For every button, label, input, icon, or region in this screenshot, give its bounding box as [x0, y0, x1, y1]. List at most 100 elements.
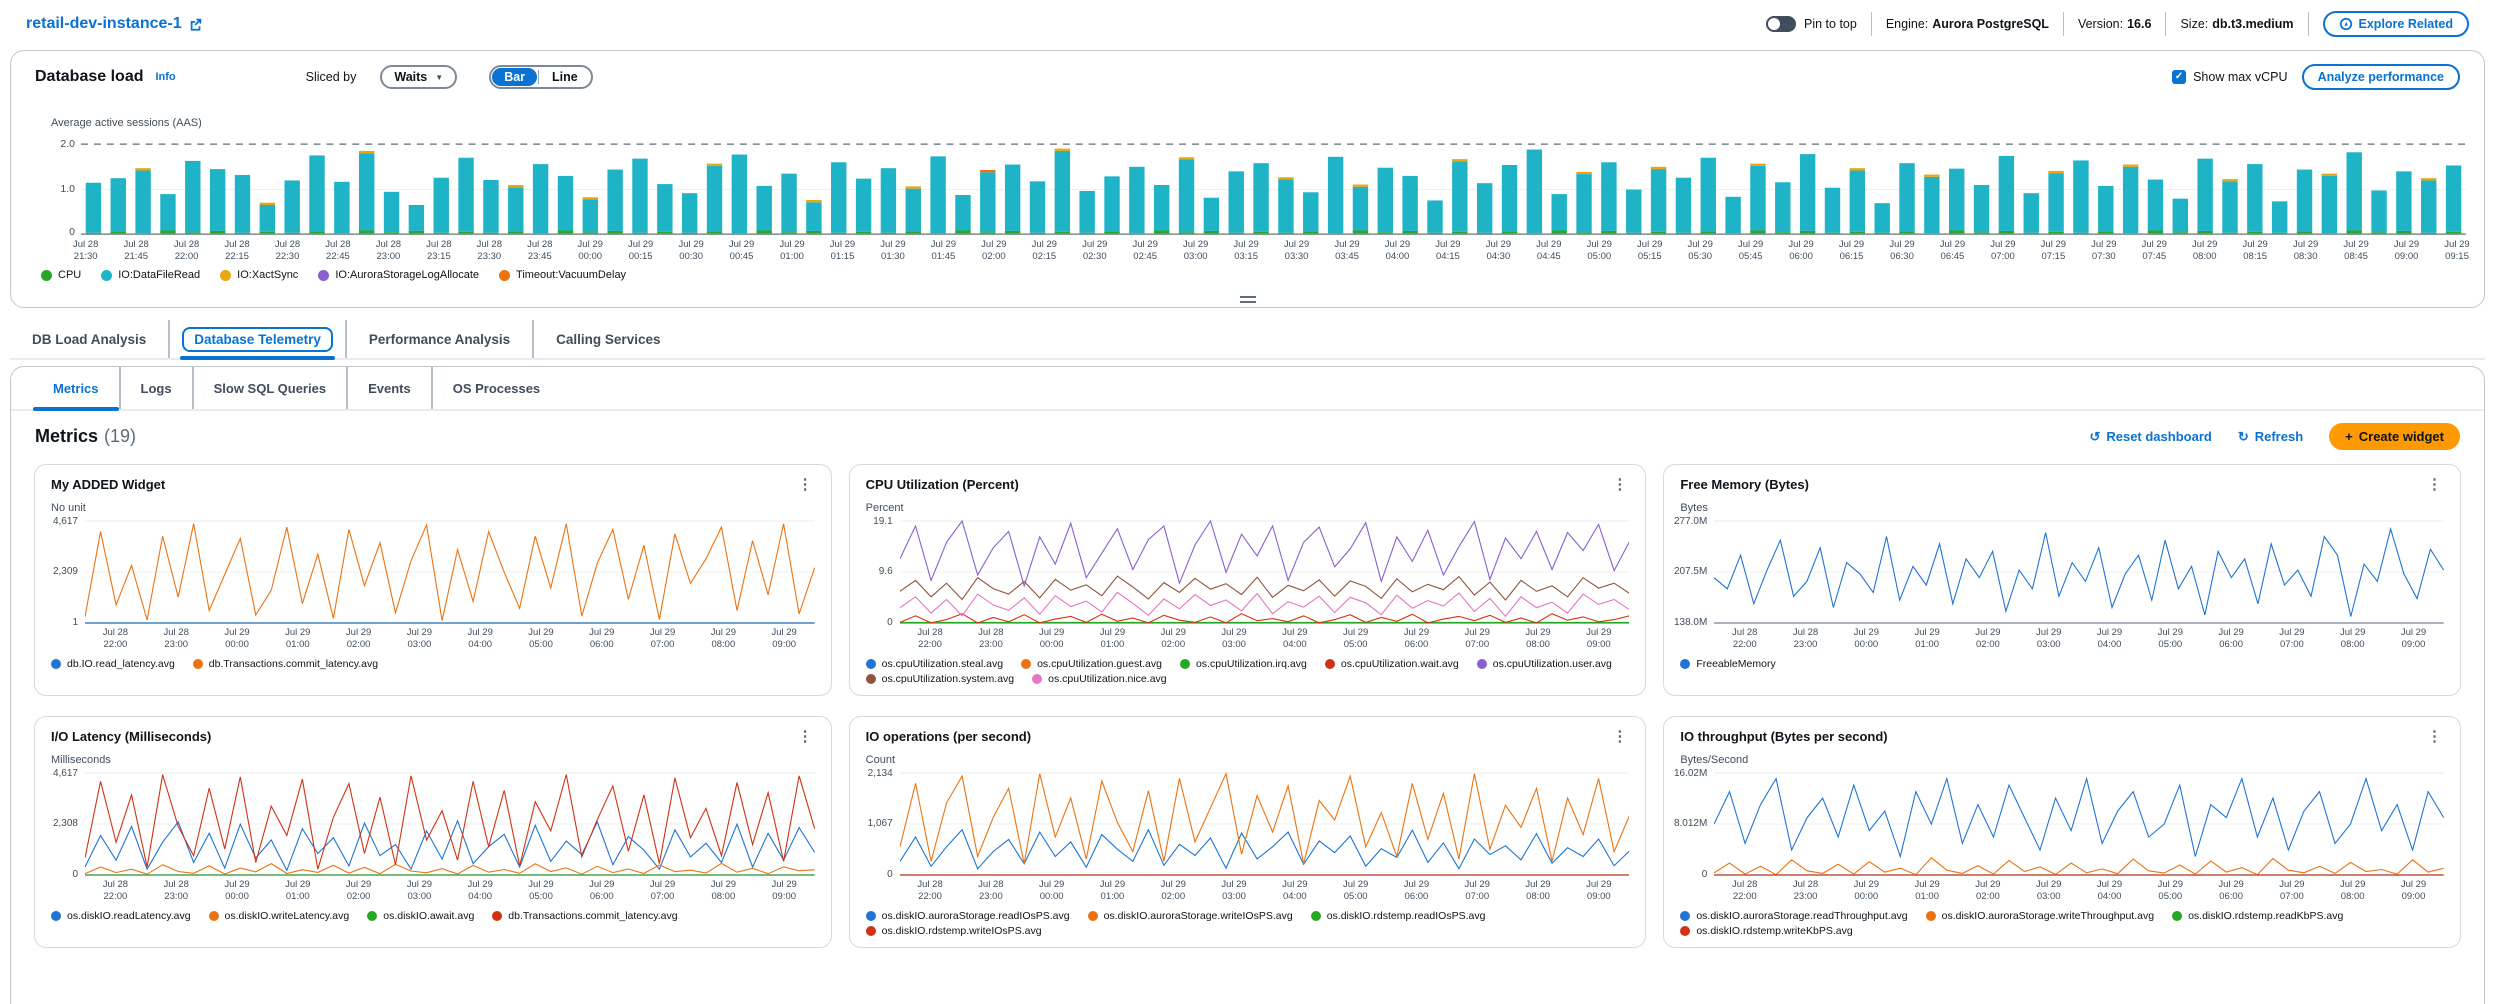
- x-tick-label: Jul 2904:00: [468, 627, 493, 651]
- db-load-chart: 2.0 1.0 0: [51, 135, 2466, 235]
- show-max-vcpu-checkbox[interactable]: ✓ Show max vCPU: [2172, 70, 2287, 84]
- tab-calling-services[interactable]: Calling Services: [532, 320, 682, 358]
- explore-related-button[interactable]: Explore Related: [2323, 11, 2469, 37]
- legend-item[interactable]: os.diskIO.auroraStorage.writeIOsPS.avg: [1088, 910, 1293, 922]
- legend-item[interactable]: os.cpuUtilization.wait.avg: [1325, 658, 1459, 670]
- legend-item[interactable]: os.diskIO.writeLatency.avg: [209, 910, 350, 922]
- x-tick-label: Jul 2822:00: [103, 879, 128, 903]
- x-tick-label: Jul 2900:00: [224, 627, 249, 651]
- legend-item[interactable]: db.IO.read_latency.avg: [51, 658, 175, 670]
- x-tick-label: Jul 2903:00: [2036, 879, 2061, 903]
- x-tick-label: Jul 2902:00: [1975, 627, 2000, 651]
- line-toggle-option[interactable]: Line: [540, 68, 590, 86]
- legend-item[interactable]: IO:AuroraStorageLogAllocate: [318, 269, 479, 281]
- series-line: [900, 521, 1630, 586]
- widget-plot[interactable]: [1714, 772, 2444, 876]
- create-widget-button[interactable]: +Create widget: [2329, 423, 2460, 450]
- x-tick-label: Jul 2903:00: [1221, 627, 1246, 651]
- legend-item[interactable]: os.cpuUtilization.system.avg: [866, 673, 1014, 685]
- widget-plot[interactable]: [900, 520, 1630, 624]
- legend-label: db.Transactions.commit_latency.avg: [508, 910, 677, 922]
- legend-item[interactable]: db.Transactions.commit_latency.avg: [492, 910, 677, 922]
- instance-title-link[interactable]: retail-dev-instance-1: [26, 15, 203, 33]
- legend-item[interactable]: Timeout:VacuumDelay: [499, 269, 626, 281]
- legend-item[interactable]: os.cpuUtilization.user.avg: [1477, 658, 1612, 670]
- legend-item[interactable]: os.cpuUtilization.steal.avg: [866, 658, 1003, 670]
- legend-label: os.cpuUtilization.system.avg: [882, 673, 1014, 685]
- legend-item[interactable]: os.diskIO.readLatency.avg: [51, 910, 191, 922]
- legend-item[interactable]: os.cpuUtilization.irq.avg: [1180, 658, 1307, 670]
- legend-label: db.Transactions.commit_latency.avg: [209, 658, 378, 670]
- x-tick-label: Jul 2905:00: [1343, 627, 1368, 651]
- legend-item[interactable]: IO:DataFileRead: [101, 269, 200, 281]
- x-tick-label: Jul 2908:00: [711, 879, 736, 903]
- legend-item[interactable]: os.diskIO.rdstemp.readKbPS.avg: [2172, 910, 2343, 922]
- y-tick: 9.6: [879, 566, 893, 577]
- divider: [2308, 12, 2309, 36]
- subtab-os-processes[interactable]: OS Processes: [431, 367, 560, 409]
- x-tick-label: Jul 2822:00: [1732, 879, 1757, 903]
- legend-swatch: [367, 911, 377, 921]
- resize-handle[interactable]: [1240, 296, 1256, 303]
- refresh-button[interactable]: ↻Refresh: [2238, 429, 2303, 445]
- kebab-menu-icon[interactable]: ⋮: [1609, 729, 1631, 744]
- kebab-menu-icon[interactable]: ⋮: [2424, 477, 2446, 492]
- x-tick-label: Jul 2900:45: [729, 239, 754, 263]
- y-tick: 0: [72, 869, 78, 880]
- x-tick-label: Jul 2907:00: [1465, 879, 1490, 903]
- widget-plot[interactable]: [85, 520, 815, 624]
- x-tick-label: Jul 2904:30: [1486, 239, 1511, 263]
- legend-swatch: [1032, 674, 1042, 684]
- sliced-by-label: Sliced by: [306, 70, 357, 84]
- widget-plot[interactable]: [85, 772, 815, 876]
- bar-toggle-option[interactable]: Bar: [492, 68, 537, 86]
- legend-item[interactable]: os.diskIO.await.avg: [367, 910, 474, 922]
- legend-swatch: [220, 270, 231, 281]
- tab-db-load-analysis[interactable]: DB Load Analysis: [10, 320, 168, 358]
- legend-item[interactable]: os.diskIO.auroraStorage.readThroughput.a…: [1680, 910, 1907, 922]
- legend-item[interactable]: os.diskIO.auroraStorage.writeThroughput.…: [1926, 910, 2154, 922]
- legend-label: os.cpuUtilization.steal.avg: [882, 658, 1003, 670]
- widget-plot[interactable]: [900, 772, 1630, 876]
- legend-item[interactable]: IO:XactSync: [220, 269, 298, 281]
- metric-widget: IO operations (per second) ⋮ Count 2,134…: [849, 716, 1647, 948]
- kebab-menu-icon[interactable]: ⋮: [2424, 729, 2446, 744]
- tab-performance-analysis[interactable]: Performance Analysis: [345, 320, 532, 358]
- x-tick-label: Jul 2906:45: [1940, 239, 1965, 263]
- legend-item[interactable]: os.cpuUtilization.guest.avg: [1021, 658, 1162, 670]
- metrics-title: Metrics: [35, 426, 98, 447]
- x-tick-label: Jul 2902:15: [1032, 239, 1057, 263]
- subtab-metrics[interactable]: Metrics: [33, 367, 119, 409]
- legend-item[interactable]: os.diskIO.auroraStorage.readIOsPS.avg: [866, 910, 1070, 922]
- subtab-slow-sql-queries[interactable]: Slow SQL Queries: [192, 367, 346, 409]
- subtab-events[interactable]: Events: [346, 367, 431, 409]
- legend-item[interactable]: FreeableMemory: [1680, 658, 1775, 670]
- subtab-logs[interactable]: Logs: [119, 367, 192, 409]
- legend-item[interactable]: os.diskIO.rdstemp.readIOsPS.avg: [1311, 910, 1486, 922]
- pin-to-top-toggle[interactable]: Pin to top: [1766, 16, 1857, 32]
- slice-dropdown[interactable]: Waits ▼: [380, 65, 457, 89]
- external-link-icon: [189, 17, 203, 31]
- legend-swatch: [866, 659, 876, 669]
- info-link[interactable]: Info: [155, 71, 175, 83]
- legend-item[interactable]: db.Transactions.commit_latency.avg: [193, 658, 378, 670]
- legend-item[interactable]: CPU: [41, 269, 81, 281]
- x-tick-label: Jul 2900:00: [578, 239, 603, 263]
- x-tick-label: Jul 2906:15: [1839, 239, 1864, 263]
- legend-item[interactable]: os.diskIO.rdstemp.writeIOsPS.avg: [866, 925, 1042, 937]
- legend-item[interactable]: os.cpuUtilization.nice.avg: [1032, 673, 1166, 685]
- legend-item[interactable]: os.diskIO.rdstemp.writeKbPS.avg: [1680, 925, 1852, 937]
- widget-plot[interactable]: [1714, 520, 2444, 624]
- metric-widget: IO throughput (Bytes per second) ⋮ Bytes…: [1663, 716, 2461, 948]
- db-load-plot[interactable]: [81, 135, 2466, 235]
- x-tick-label: Jul 2903:00: [1183, 239, 1208, 263]
- x-tick-label: Jul 2909:15: [2444, 239, 2469, 263]
- analyze-performance-button[interactable]: Analyze performance: [2302, 64, 2460, 90]
- tab-database-telemetry[interactable]: Database Telemetry: [168, 320, 345, 358]
- kebab-menu-icon[interactable]: ⋮: [795, 477, 817, 492]
- kebab-menu-icon[interactable]: ⋮: [1609, 477, 1631, 492]
- x-tick-label: Jul 2902:00: [981, 239, 1006, 263]
- reset-dashboard-button[interactable]: ↺Reset dashboard: [2089, 429, 2211, 445]
- legend-swatch: [1680, 926, 1690, 936]
- kebab-menu-icon[interactable]: ⋮: [795, 729, 817, 744]
